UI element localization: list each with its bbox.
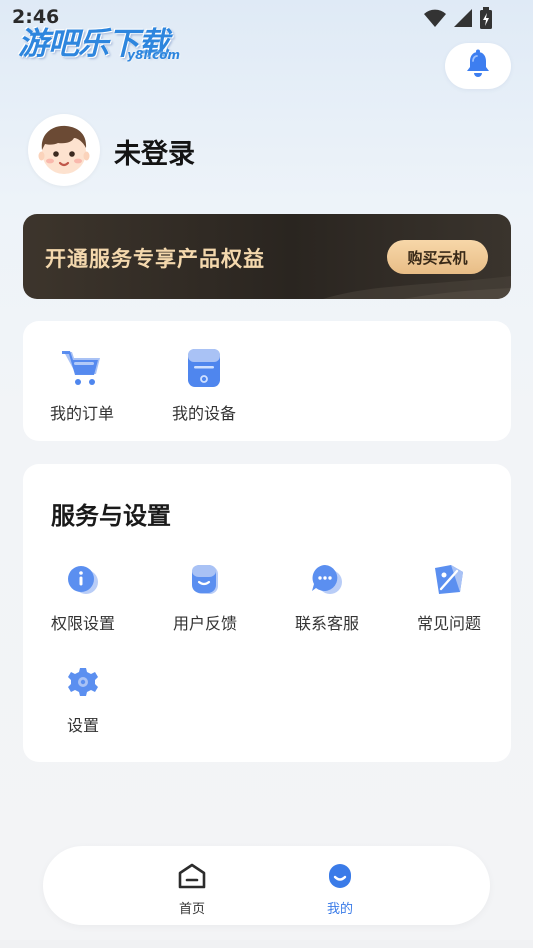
tab-home-label: 首页 — [178, 902, 205, 917]
bell-icon — [464, 49, 492, 83]
vip-banner-text: 开通服务专享产品权益 — [45, 247, 265, 271]
gear-icon — [65, 664, 101, 700]
vip-banner[interactable]: 开通服务专享产品权益 购买云机 — [23, 214, 511, 299]
tab-home[interactable]: 首页 — [152, 862, 232, 917]
my-devices-button[interactable]: 我的设备 — [159, 346, 249, 424]
wifi-icon — [423, 8, 447, 32]
info-icon — [65, 562, 101, 598]
my-orders-label: 我的订单 — [49, 404, 114, 423]
permission-settings-label: 权限设置 — [50, 614, 115, 633]
user-feedback-label: 用户反馈 — [172, 614, 237, 633]
faq-label: 常见问题 — [416, 614, 481, 633]
watermark-sub: y8l.com — [127, 48, 180, 62]
contact-support-button[interactable]: 联系客服 — [277, 562, 377, 634]
faq-icon — [431, 562, 467, 598]
status-icons — [423, 7, 493, 33]
chat-icon — [309, 562, 345, 598]
tab-mine[interactable]: 我的 — [300, 862, 380, 917]
services-title: 服务与设置 — [51, 502, 171, 530]
avatar[interactable] — [28, 114, 100, 186]
bottom-edge — [0, 940, 533, 948]
cart-icon — [60, 346, 104, 390]
settings-label: 设置 — [66, 716, 99, 735]
feedback-icon — [187, 562, 223, 598]
permission-settings-button[interactable]: 权限设置 — [33, 562, 133, 634]
signal-icon — [453, 8, 473, 32]
battery-icon — [479, 7, 493, 33]
settings-button[interactable]: 设置 — [33, 664, 133, 736]
contact-support-label: 联系客服 — [294, 614, 359, 633]
services-card: 服务与设置 权限设置 用户反馈 联系客服 常见问题 设置 — [23, 464, 511, 762]
boy-avatar-icon — [38, 125, 90, 174]
my-devices-label: 我的设备 — [171, 404, 236, 423]
faq-button[interactable]: 常见问题 — [399, 562, 499, 634]
buy-cloud-phone-button[interactable]: 购买云机 — [387, 240, 488, 274]
device-icon — [182, 346, 226, 390]
tab-mine-label: 我的 — [326, 902, 353, 917]
user-feedback-button[interactable]: 用户反馈 — [155, 562, 255, 634]
notification-button[interactable] — [445, 43, 511, 89]
quick-actions-card: 我的订单 我的设备 — [23, 321, 511, 441]
bottom-tab-bar: 首页 我的 — [43, 846, 490, 925]
home-icon — [177, 862, 207, 894]
watermark-logo: 游吧乐下载 y8l.com — [16, 18, 188, 66]
profile-icon — [325, 862, 355, 894]
my-orders-button[interactable]: 我的订单 — [37, 346, 127, 424]
user-name[interactable]: 未登录 — [114, 132, 195, 171]
